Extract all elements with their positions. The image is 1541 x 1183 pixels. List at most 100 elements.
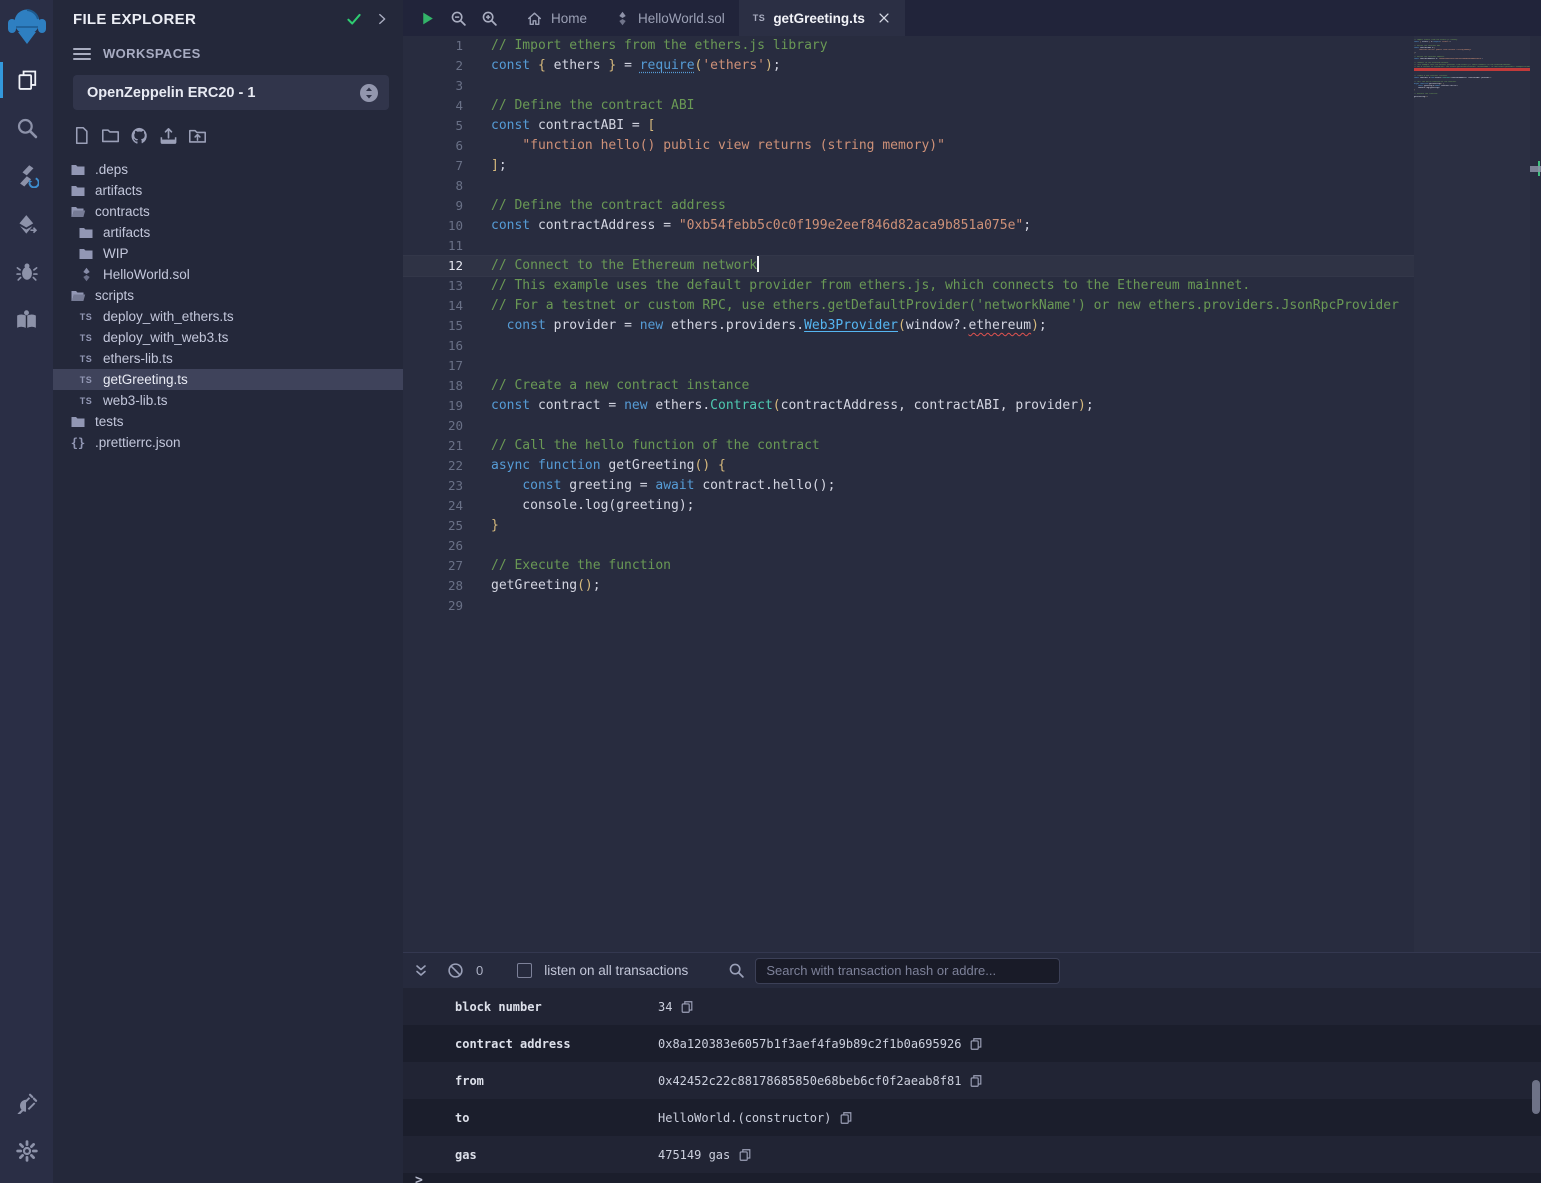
- typescript-file-icon: TS: [78, 309, 94, 325]
- terminal-search-input[interactable]: [755, 958, 1060, 984]
- tree-item-scripts[interactable]: scripts: [53, 285, 403, 306]
- code-line-21: 21// Call the hello function of the cont…: [403, 436, 1541, 456]
- tree-item--prettierrc-json[interactable]: {}.prettierrc.json: [53, 432, 403, 453]
- row-value: 0x8a120383e6057b1f3aef4fa9b89c2f1b0a6959…: [658, 1037, 961, 1051]
- copy-icon[interactable]: [969, 1074, 983, 1088]
- terminal-prompt[interactable]: >: [403, 1173, 1541, 1183]
- line-number: 19: [403, 396, 463, 416]
- tree-item-web3-lib-ts[interactable]: TSweb3-lib.ts: [53, 390, 403, 411]
- line-number: 4: [403, 96, 463, 116]
- activity-solidity-compiler[interactable]: [0, 152, 53, 200]
- panel-title: FILE EXPLORER: [73, 11, 333, 28]
- line-number: 9: [403, 196, 463, 216]
- copy-icon[interactable]: [969, 1037, 983, 1051]
- ruler-thumb[interactable]: [1530, 166, 1541, 172]
- code-line-5: 5const contractABI = [: [403, 116, 1541, 136]
- folder-open-icon: [70, 204, 86, 220]
- line-text: [463, 176, 1541, 196]
- activity-search[interactable]: [0, 104, 53, 152]
- tree-item-wip[interactable]: WIP: [53, 243, 403, 264]
- terminal-toolbar: 0 listen on all transactions: [403, 952, 1541, 988]
- folder-icon: [70, 414, 86, 430]
- tree-item-label: artifacts: [95, 183, 142, 198]
- line-number: 12: [403, 256, 463, 276]
- workspace-select[interactable]: OpenZeppelin ERC20 - 1: [73, 75, 389, 110]
- transaction-row-gas: gas475149 gas: [403, 1136, 1541, 1173]
- code-line-15: 15 const provider = new ethers.providers…: [403, 316, 1541, 336]
- file-explorer-icon: [16, 69, 38, 91]
- line-text: getGreeting();: [463, 576, 1541, 596]
- publish-to-gist-icon[interactable]: [130, 126, 149, 145]
- tree-item-label: deploy_with_ethers.ts: [103, 309, 234, 324]
- line-text: // Create a new contract instance: [463, 376, 1541, 396]
- tree-item--deps[interactable]: .deps: [53, 159, 403, 180]
- row-label: from: [455, 1074, 658, 1088]
- file-actions: [53, 110, 403, 155]
- tree-item-ethers-lib-ts[interactable]: TSethers-lib.ts: [53, 348, 403, 369]
- typescript-file-icon: TS: [753, 13, 766, 23]
- chevron-right-icon[interactable]: [375, 12, 389, 26]
- tree-item-deploy-with-web3-ts[interactable]: TSdeploy_with_web3.ts: [53, 327, 403, 348]
- terminal-scrollbar-thumb[interactable]: [1532, 1080, 1540, 1114]
- tree-item-artifacts[interactable]: artifacts: [53, 222, 403, 243]
- activity-remix-logo[interactable]: [0, 0, 53, 56]
- code-line-25: 25}: [403, 516, 1541, 536]
- tab-helloworld-sol[interactable]: HelloWorld.sol: [601, 0, 739, 36]
- transaction-row-to: toHelloWorld.(constructor): [403, 1099, 1541, 1136]
- json-file-icon: {}: [70, 435, 86, 451]
- solidity-icon: [78, 267, 94, 283]
- code-editor[interactable]: 1// Import ethers from the ethers.js lib…: [403, 36, 1541, 952]
- line-number: 23: [403, 476, 463, 496]
- copy-icon[interactable]: [738, 1148, 752, 1162]
- terminal-panel: 0 listen on all transactions block numbe…: [403, 952, 1541, 1183]
- code-line-16: 16: [403, 336, 1541, 356]
- line-text: // Connect to the Ethereum network: [463, 256, 1541, 276]
- line-text: // Define the contract ABI: [463, 96, 1541, 116]
- tree-item-label: scripts: [95, 288, 134, 303]
- clear-console-icon[interactable]: [447, 962, 464, 979]
- activity-settings[interactable]: [0, 1127, 53, 1175]
- listen-transactions-checkbox[interactable]: [517, 963, 532, 978]
- run-script-icon[interactable]: [419, 10, 436, 27]
- line-number: 20: [403, 416, 463, 436]
- upload-folder-icon[interactable]: [188, 126, 207, 145]
- text-cursor: [757, 256, 759, 272]
- code-line-6: 6 "function hello() public view returns …: [403, 136, 1541, 156]
- activity-plugin-manager[interactable]: [0, 1079, 53, 1127]
- code-line-4: 4// Define the contract ABI: [403, 96, 1541, 116]
- zoom-out-icon[interactable]: [450, 10, 467, 27]
- typescript-file-icon: TS: [78, 330, 94, 346]
- overview-ruler[interactable]: [1530, 36, 1541, 952]
- line-number: 13: [403, 276, 463, 296]
- check-icon[interactable]: [345, 10, 363, 28]
- tab-home[interactable]: Home: [512, 0, 601, 36]
- tab-close-icon[interactable]: [877, 11, 891, 25]
- activity-debugger[interactable]: [0, 248, 53, 296]
- expand-terminal-icon[interactable]: [413, 963, 429, 979]
- tree-item-label: contracts: [95, 204, 150, 219]
- tree-item-deploy-with-ethers-ts[interactable]: TS deploy_with_ethers.ts: [53, 306, 403, 327]
- copy-icon[interactable]: [839, 1111, 853, 1125]
- tree-item-tests[interactable]: tests: [53, 411, 403, 432]
- activity-learneth[interactable]: [0, 296, 53, 344]
- minimap[interactable]: // Import ethers from the ethers.js libr…: [1414, 36, 1530, 952]
- tree-item-getgreeting-ts[interactable]: TSgetGreeting.ts: [53, 369, 403, 390]
- hamburger-menu-icon[interactable]: [73, 47, 91, 61]
- tab-getgreeting-ts[interactable]: TSgetGreeting.ts: [739, 0, 905, 36]
- tree-item-artifacts[interactable]: artifacts: [53, 180, 403, 201]
- terminal-search-icon: [728, 962, 745, 979]
- copy-icon[interactable]: [680, 1000, 694, 1014]
- tree-item-contracts[interactable]: contracts: [53, 201, 403, 222]
- tree-item-helloworld-sol[interactable]: HelloWorld.sol: [53, 264, 403, 285]
- create-new-file-icon[interactable]: [72, 126, 91, 145]
- activity-file-explorer[interactable]: [0, 56, 53, 104]
- activity-deploy-and-run[interactable]: [0, 200, 53, 248]
- code-line-1: 1// Import ethers from the ethers.js lib…: [403, 36, 1541, 56]
- upload-files-icon[interactable]: [159, 126, 178, 145]
- line-text: const { ethers } = require('ethers');: [463, 56, 1541, 76]
- zoom-in-icon[interactable]: [481, 10, 498, 27]
- create-new-folder-icon[interactable]: [101, 126, 120, 145]
- transaction-details: block number34contract address0x8a120383…: [403, 988, 1541, 1173]
- code-line-26: 26: [403, 536, 1541, 556]
- line-number: 29: [403, 596, 463, 616]
